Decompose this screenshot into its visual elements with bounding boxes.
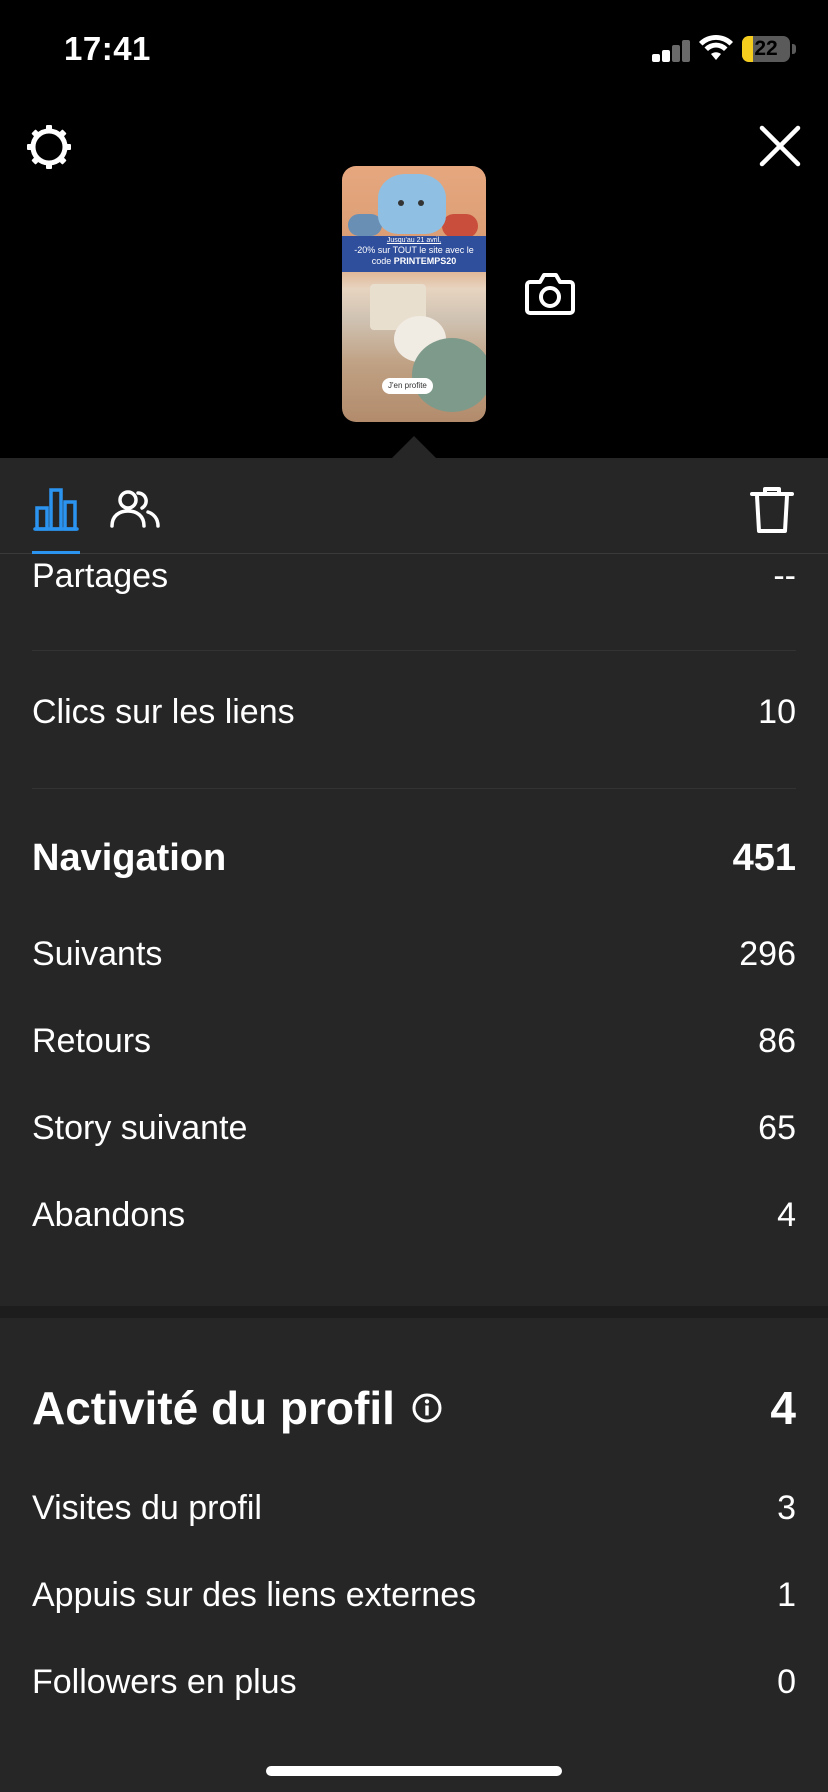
section-title: Activité du profil — [32, 1382, 395, 1434]
battery-percent: 22 — [754, 37, 778, 60]
stat-value: -- — [773, 556, 796, 595]
stat-value: 1 — [777, 1575, 796, 1614]
stat-value: 0 — [777, 1662, 796, 1701]
stat-label: Retours — [32, 1021, 152, 1060]
section-header-profile-activity: Activité du profil 4 — [32, 1376, 796, 1440]
camera-icon[interactable] — [524, 270, 576, 318]
stat-row-visites-profil: Visites du profil 3 — [32, 1478, 796, 1538]
thumb-decor — [442, 214, 478, 238]
sheet-pointer — [392, 436, 436, 458]
stat-label: Clics sur les liens — [32, 692, 295, 731]
status-bar: 17:41 22 — [0, 0, 828, 100]
section-title: Navigation — [32, 836, 227, 879]
banner-line-3: code PRINTEMPS20 — [342, 256, 486, 267]
link-sticker: J'en profite — [382, 378, 433, 394]
stat-label: Appuis sur des liens externes — [32, 1575, 477, 1614]
trash-icon[interactable] — [748, 484, 796, 536]
status-time: 17:41 — [64, 30, 151, 67]
story-thumbnail[interactable]: Jusqu'au 21 avril, -20% sur TOUT le site… — [342, 166, 486, 422]
banner-code: PRINTEMPS20 — [393, 256, 457, 266]
stat-label: Partages — [32, 556, 169, 595]
stat-value: 86 — [758, 1021, 796, 1060]
promo-banner: Jusqu'au 21 avril, -20% sur TOUT le site… — [342, 236, 486, 272]
stat-row-retours: Retours 86 — [32, 1011, 796, 1071]
wifi-icon — [699, 34, 733, 60]
stat-value: 10 — [758, 692, 796, 731]
section-separator — [0, 1306, 828, 1318]
section-total: 451 — [732, 836, 796, 879]
stat-value: 3 — [777, 1488, 796, 1527]
stat-label: Story suivante — [32, 1108, 248, 1147]
stat-row-liens-externes: Appuis sur des liens externes 1 — [32, 1565, 796, 1625]
stat-label: Suivants — [32, 934, 163, 973]
stat-value: 296 — [739, 934, 796, 973]
gear-icon[interactable] — [24, 122, 74, 172]
banner-line-1: Jusqu'au 21 avril, — [386, 237, 442, 244]
stat-row-story-suivante: Story suivante 65 — [32, 1098, 796, 1158]
section-title-group: Activité du profil — [32, 1381, 443, 1435]
stat-row-clics: Clics sur les liens 10 — [32, 682, 796, 742]
section-total: 4 — [770, 1382, 796, 1434]
info-icon[interactable] — [411, 1392, 443, 1424]
tab-insights[interactable] — [32, 484, 80, 554]
thumb-turtle-image — [412, 338, 486, 412]
cellular-signal-icon — [652, 38, 692, 62]
battery-indicator: 22 — [742, 36, 790, 62]
stat-label: Visites du profil — [32, 1488, 262, 1527]
stat-value: 65 — [758, 1108, 796, 1147]
battery-cap — [792, 44, 796, 54]
banner-code-prefix: code — [371, 256, 394, 266]
divider — [32, 788, 796, 789]
banner-line-2: -20% sur TOUT le site avec le — [354, 245, 474, 255]
section-header-navigation: Navigation 451 — [32, 828, 796, 888]
thumb-decor — [348, 214, 382, 236]
stat-row-suivants: Suivants 296 — [32, 924, 796, 984]
thumb-decor — [398, 200, 404, 206]
stat-row-abandons: Abandons 4 — [32, 1185, 796, 1245]
stat-label: Followers en plus — [32, 1662, 297, 1701]
stat-value: 4 — [777, 1195, 796, 1234]
home-indicator[interactable] — [266, 1766, 562, 1776]
close-icon[interactable] — [756, 122, 804, 170]
stat-label: Abandons — [32, 1195, 186, 1234]
people-icon[interactable] — [110, 486, 160, 530]
stat-row-followers: Followers en plus 0 — [32, 1652, 796, 1712]
divider — [32, 650, 796, 651]
bar-chart-icon — [33, 488, 79, 531]
stat-row-partages: Partages -- — [32, 546, 796, 606]
tab-bar — [0, 458, 828, 554]
thumb-octopus-image — [378, 174, 446, 234]
thumb-decor — [418, 200, 424, 206]
